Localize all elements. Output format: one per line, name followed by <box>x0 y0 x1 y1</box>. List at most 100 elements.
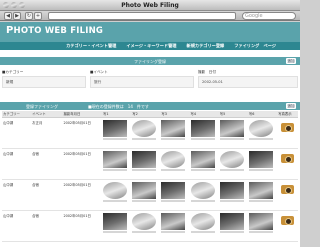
photo-thumbnail[interactable] <box>190 150 215 168</box>
logo-initial: P <box>6 25 14 36</box>
photo-caption-bar <box>248 137 273 140</box>
menu-item-image-keyword[interactable]: イメージ・キーワード管理 <box>126 43 176 49</box>
window-controls[interactable] <box>3 2 25 8</box>
menu-item-category-event[interactable]: カテゴリー・イベント管理 <box>66 43 116 49</box>
search-input[interactable]: Google <box>242 12 296 20</box>
photo-thumbnail[interactable] <box>248 150 273 168</box>
cell-date: 2002年05月01日 <box>62 117 103 149</box>
back-icon[interactable]: ◀ <box>4 12 12 20</box>
category-field[interactable]: 新規 <box>2 76 86 88</box>
photo-thumbnail[interactable] <box>103 150 128 168</box>
photo-thumbnail[interactable] <box>132 212 157 230</box>
photo-caption-bar <box>219 199 244 202</box>
event-field[interactable]: 旅行 <box>90 76 194 88</box>
date-field-group: 撮影 日付 2002-05-01 <box>198 68 298 94</box>
table-row[interactable]: 山中湖 お正月 2002年05月01日 <box>2 117 298 149</box>
table-row[interactable]: 山中湖 合宿 2002年05月01日 <box>2 210 298 242</box>
address-field[interactable] <box>48 12 236 20</box>
logo-text: HOTO WEB FILING <box>13 26 104 36</box>
page: PHOTO WEB FILING カテゴリー・イベント管理 イメージ・キーワード… <box>0 22 300 247</box>
table-row[interactable]: 山中湖 合宿 2002年05月01日 <box>2 148 298 180</box>
photo-caption-bar <box>161 230 186 233</box>
close-icon[interactable] <box>3 2 9 8</box>
photo-caption-bar <box>248 168 273 171</box>
cell-date: 2002年05月01日 <box>62 148 103 180</box>
photo-caption-bar <box>132 199 157 202</box>
photo-caption-bar <box>161 168 186 171</box>
photo-thumbnail[interactable] <box>103 181 128 199</box>
photo-thumbnail[interactable] <box>248 119 273 137</box>
browser-toolbar: ◀ ▶ ↻ + Google <box>0 11 300 21</box>
cell-event: 合宿 <box>31 179 63 211</box>
photo-thumbnail[interactable] <box>248 212 273 230</box>
photo-thumbnail[interactable] <box>219 119 244 137</box>
photo-thumbnail[interactable] <box>161 181 186 199</box>
filing-form: ■カテゴリー 新規 ■イベント 旅行 撮影 日付 2002-05-01 <box>2 68 298 94</box>
photo-thumbnail[interactable] <box>190 212 215 230</box>
cell-event: 合宿 <box>31 210 63 242</box>
photo-caption-bar <box>190 137 215 140</box>
forward-icon[interactable]: ▶ <box>13 12 21 20</box>
photo-thumbnail[interactable] <box>190 119 215 137</box>
window-title-bar: Photo Web Filing <box>0 0 300 11</box>
photo-thumbnail[interactable] <box>161 150 186 168</box>
record-count-text: ■現在の登録件数は 14 件です <box>88 103 149 109</box>
photo-thumbnail[interactable] <box>248 181 273 199</box>
photo-caption-bar <box>219 230 244 233</box>
cell-event: 合宿 <box>31 148 63 180</box>
photo-thumbnail[interactable] <box>190 181 215 199</box>
photo-thumbnail[interactable] <box>219 181 244 199</box>
photo-caption-bar <box>103 199 128 202</box>
photo-thumbnail[interactable] <box>132 119 157 137</box>
photo-caption-bar <box>103 168 128 171</box>
category-label: ■カテゴリー <box>2 70 24 74</box>
photo-thumbnail[interactable] <box>219 212 244 230</box>
camera-icon[interactable] <box>281 153 295 163</box>
photo-caption-bar <box>190 230 215 233</box>
search-placeholder: Google <box>245 13 263 19</box>
window-title: Photo Web Filing <box>121 2 179 9</box>
menu-item-filing-page[interactable]: ファイリング ページ <box>234 43 276 49</box>
menu-item-new-category[interactable]: 新規カテゴリー登録 <box>187 43 225 49</box>
photo-thumbnail[interactable] <box>161 119 186 137</box>
date-field[interactable]: 2002-05-01 <box>198 76 298 88</box>
photo-caption-bar <box>248 199 273 202</box>
photo-thumbnail[interactable] <box>132 150 157 168</box>
date-label: 撮影 日付 <box>198 70 216 74</box>
reload-icon[interactable]: ↻ <box>25 12 33 20</box>
photo-caption-bar <box>132 137 157 140</box>
cell-category: 山中湖 <box>2 148 32 180</box>
photo-caption-bar <box>248 230 273 233</box>
photo-caption-bar <box>190 168 215 171</box>
list-section-title: 登録ファイリング <box>26 103 58 109</box>
filing-add-button[interactable]: 追加 <box>286 58 296 64</box>
camera-icon[interactable] <box>281 122 295 132</box>
photo-caption-bar <box>161 199 186 202</box>
filing-table: カテゴリー イベント 撮影年月日 写1 写2 写3 写4 写5 写6 写真表示 … <box>2 111 298 242</box>
event-label: ■イベント <box>90 70 108 74</box>
add-bookmark-icon[interactable]: + <box>34 12 42 20</box>
cell-category: 山中湖 <box>2 179 32 211</box>
photo-caption-bar <box>132 230 157 233</box>
table-row[interactable]: 山中湖 合宿 2002年05月01日 <box>2 179 298 211</box>
zoom-icon[interactable] <box>19 2 25 8</box>
photo-thumbnail[interactable] <box>103 212 128 230</box>
app-logo: PHOTO WEB FILING <box>6 25 103 36</box>
cell-date: 2002年05月01日 <box>62 179 103 211</box>
photo-thumbnail[interactable] <box>161 212 186 230</box>
cell-date: 2002年05月01日 <box>62 210 103 242</box>
event-field-group: ■イベント 旅行 <box>90 68 194 94</box>
list-add-button[interactable]: 追加 <box>286 103 296 109</box>
minimize-icon[interactable] <box>11 2 17 8</box>
camera-icon[interactable] <box>281 215 295 225</box>
camera-icon[interactable] <box>281 184 295 194</box>
photo-thumbnail[interactable] <box>219 150 244 168</box>
cell-category: 山中湖 <box>2 117 32 149</box>
photo-caption-bar <box>103 137 128 140</box>
photo-thumbnail[interactable] <box>132 181 157 199</box>
photo-caption-bar <box>219 137 244 140</box>
photo-caption-bar <box>190 199 215 202</box>
app-header: PHOTO WEB FILING <box>0 22 300 42</box>
photo-thumbnail[interactable] <box>103 119 128 137</box>
photo-caption-bar <box>103 230 128 233</box>
